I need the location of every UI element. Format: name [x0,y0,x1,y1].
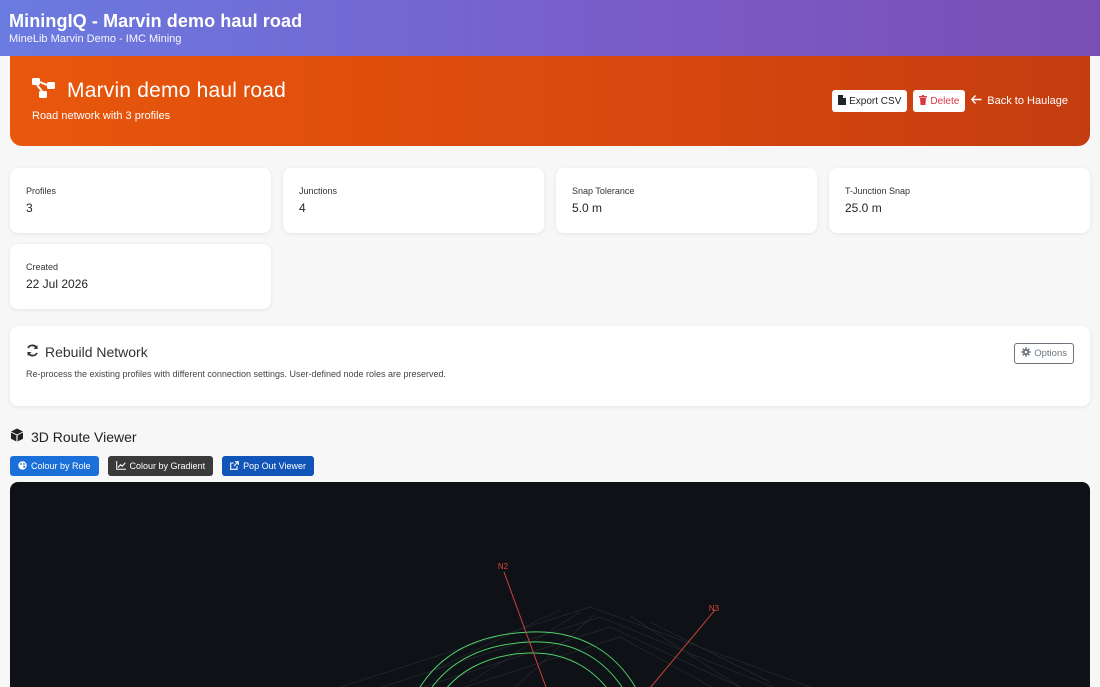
app-title: MiningIQ - Marvin demo haul road [9,11,303,31]
stat-value: 5.0 m [572,201,603,215]
export-csv-label: Export CSV [849,95,902,107]
network-icon [32,78,55,103]
stat-label: Created [26,262,59,272]
options-label: Options [1034,348,1067,359]
stat-label: T-Junction Snap [845,186,911,196]
page-hero: Marvin demo haul road Road network with … [10,56,1090,146]
node-lines [503,571,716,687]
cube-icon [10,428,24,445]
app-header: MiningIQ - Marvin demo haul road MineLib… [0,0,1100,56]
route-arcs [419,631,636,687]
stat-card-snap-tolerance: Snap Tolerance 5.0 m [556,168,817,233]
stat-label: Profiles [26,186,57,196]
delete-label: Delete [930,95,960,107]
stat-value: 25.0 m [845,201,882,215]
stat-value: 3 [26,201,33,215]
file-csv-icon [838,94,847,108]
colour-by-role-button[interactable]: Colour by Role [10,456,99,476]
ground-grid [339,606,811,687]
rebuild-description: Re-process the existing profiles with di… [26,369,447,379]
delete-button[interactable]: Delete [913,90,966,112]
stat-card-created: Created 22 Jul 2026 [10,244,271,309]
rebuild-title: Rebuild Network [45,344,148,360]
colour-by-gradient-label: Colour by Gradient [129,461,206,471]
node-label-n2: N2 [498,562,509,571]
line-chart-icon [115,460,126,472]
options-button[interactable]: Options [1014,343,1074,364]
pop-out-viewer-label: Pop Out Viewer [243,461,306,471]
rebuild-network-card: Rebuild Network Re-process the existing … [10,326,1090,406]
stat-card-junctions: Junctions 4 [283,168,544,233]
external-link-icon [230,460,239,472]
page-title: Marvin demo haul road [67,78,286,102]
arrow-left-icon [971,95,982,107]
stat-label: Junctions [299,186,338,196]
viewer-section-title: 3D Route Viewer [10,428,137,445]
route-viewer-scene: N2 N3 [339,562,811,687]
node-line-n3 [650,609,716,687]
colour-by-role-label: Colour by Role [31,461,91,471]
back-to-haulage-link[interactable]: Back to Haulage [971,95,1068,107]
trash-icon [919,94,928,108]
pop-out-viewer-button[interactable]: Pop Out Viewer [222,456,314,476]
stat-card-profiles: Profiles 3 [10,168,271,233]
gear-icon [1021,347,1031,360]
back-label: Back to Haulage [987,95,1068,107]
colour-by-gradient-button[interactable]: Colour by Gradient [107,456,214,476]
node-label-n3: N3 [709,604,720,613]
node-line-n2 [503,571,547,687]
refresh-icon [26,344,39,360]
stat-value: 22 Jul 2026 [26,277,89,291]
palette-icon [18,460,27,472]
route-viewer-canvas[interactable]: N2 N3 [10,482,1090,687]
app-subtitle: MineLib Marvin Demo - IMC Mining [9,33,182,45]
stat-label: Snap Tolerance [572,186,635,196]
stat-card-t-junction-snap: T-Junction Snap 25.0 m [829,168,1090,233]
page-subtitle: Road network with 3 profiles [32,110,171,122]
export-csv-button[interactable]: Export CSV [832,90,908,112]
viewer-title: 3D Route Viewer [31,428,137,445]
stat-value: 4 [299,201,306,215]
